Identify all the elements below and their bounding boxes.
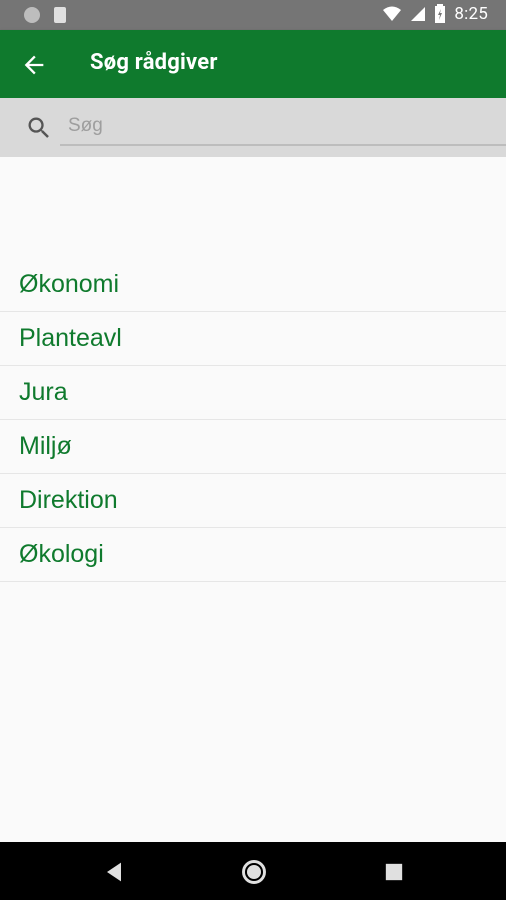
back-arrow-icon[interactable] [20,51,48,79]
status-right-icons: 8:25 [382,4,488,24]
list-item-jura[interactable]: Jura [0,366,506,420]
status-bar: 8:25 [0,0,506,30]
sd-card-icon [54,7,66,23]
notification-dot-icon [24,7,40,23]
search-input[interactable] [60,108,506,146]
list-item-miljo[interactable]: Miljø [0,420,506,474]
cell-signal-icon [411,7,426,21]
list-item-okonomi[interactable]: Økonomi [0,258,506,312]
clock: 8:25 [454,4,488,24]
search-bar [0,98,506,157]
list-item-okologi[interactable]: Økologi [0,528,506,582]
system-nav-bar [0,842,506,900]
wifi-icon [383,6,402,21]
page-title: Søg rådgiver [90,50,218,75]
app-bar: Søg rådgiver [0,30,506,98]
status-left-icons [24,7,66,23]
list-item-planteavl[interactable]: Planteavl [0,312,506,366]
nav-home-icon[interactable] [240,858,268,886]
battery-icon [435,4,446,23]
list-item-direktion[interactable]: Direktion [0,474,506,528]
nav-recents-icon[interactable] [380,858,408,886]
nav-back-icon[interactable] [100,858,128,886]
search-icon [28,117,49,138]
category-list: Økonomi Planteavl Jura Miljø Direktion Ø… [0,258,506,582]
